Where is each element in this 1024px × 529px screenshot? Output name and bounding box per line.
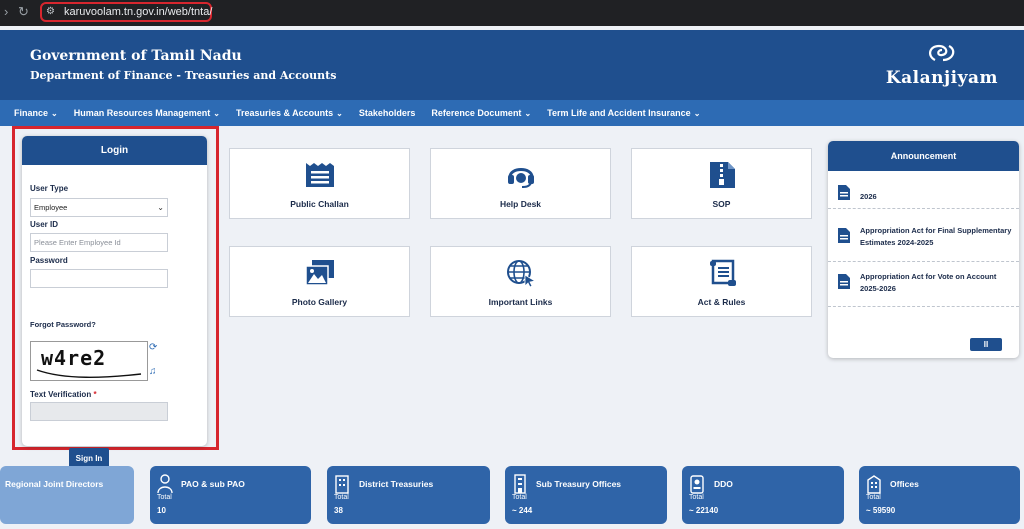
user-id-label: User ID <box>30 220 59 229</box>
stat-ddo[interactable]: DDO Total ~ 22140 <box>682 466 844 524</box>
stat-total-label: Total <box>866 494 881 501</box>
scroll-icon <box>632 259 811 287</box>
nav-item-stakeholders[interactable]: Stakeholders <box>351 108 424 118</box>
document-icon <box>838 228 850 243</box>
text-verification-label: Text Verification * <box>30 390 97 399</box>
nav-item-human-resources[interactable]: Human Resources Management ⌄ <box>66 108 228 118</box>
login-panel: Login User Type Employee ⌄ User ID Pleas… <box>22 136 207 468</box>
stat-title: Regional Joint Directors <box>5 479 104 489</box>
nav-item-term-life-insurance[interactable]: Term Life and Accident Insurance ⌄ <box>539 108 708 118</box>
tile-label: Important Links <box>488 297 553 307</box>
tile-act-rules[interactable]: Act & Rules <box>631 246 812 317</box>
forgot-password-link[interactable]: Forgot Password? <box>30 320 96 329</box>
chevron-down-icon: ⌄ <box>51 109 58 118</box>
stat-count: ~ 59590 <box>866 506 896 515</box>
stat-title: DDO <box>714 479 733 489</box>
receipt-icon <box>230 161 409 189</box>
tile-label: Act & Rules <box>697 297 746 307</box>
required-marker: * <box>93 390 97 399</box>
tile-label: Public Challan <box>290 199 349 209</box>
stat-offices[interactable]: Offices Total ~ 59590 <box>859 466 1020 524</box>
address-bar[interactable]: ⚙ karuvoolam.tn.gov.in/web/tnta/ <box>40 2 212 22</box>
audio-captcha-icon[interactable]: ♫ <box>149 366 157 377</box>
site-header: Government of Tamil Nadu Department of F… <box>0 30 1024 100</box>
announcement-item[interactable]: Appropriation Act for Final Supplementar… <box>828 217 1019 262</box>
stat-title: District Treasuries <box>359 479 434 489</box>
announcement-item[interactable]: 2026 <box>828 179 1019 209</box>
globe-cursor-icon <box>431 259 610 287</box>
stat-district-treasuries[interactable]: District Treasuries Total 38 <box>327 466 490 524</box>
announcement-item[interactable]: Appropriation Act for Vote on Account 20… <box>828 263 1019 307</box>
password-label: Password <box>30 256 68 265</box>
pause-button[interactable]: II <box>970 338 1002 351</box>
building-icon <box>335 475 349 494</box>
chevron-down-icon: ⌄ <box>213 109 220 118</box>
chevron-down-icon: ⌄ <box>524 109 532 118</box>
brand-logo[interactable]: Kalanjiyam <box>886 42 998 88</box>
nav-item-treasuries-accounts[interactable]: Treasuries & Accounts ⌄ <box>228 108 351 118</box>
tile-label: Photo Gallery <box>291 297 348 307</box>
password-input[interactable] <box>30 269 168 288</box>
stat-regional-joint-directors[interactable]: Regional Joint Directors <box>0 466 134 524</box>
header-subtitle: Department of Finance - Treasuries and A… <box>30 69 337 82</box>
chevron-down-icon: ⌄ <box>693 109 701 118</box>
forward-icon[interactable]: › <box>4 4 8 19</box>
user-type-label: User Type <box>30 184 69 193</box>
nav-item-finance[interactable]: Finance ⌄ <box>6 108 66 118</box>
tile-label: SOP <box>712 199 731 209</box>
stat-total-label: Total <box>334 494 349 501</box>
headset-icon <box>431 161 610 189</box>
captcha-image: w4re2 <box>30 341 148 381</box>
stat-total-label: Total <box>689 494 704 501</box>
site-settings-icon[interactable]: ⚙ <box>46 4 55 20</box>
stat-total-label: Total <box>512 494 527 501</box>
nav-item-reference-document[interactable]: Reference Document ⌄ <box>423 108 539 118</box>
stat-count: ~ 22140 <box>689 506 719 515</box>
stat-title: Offices <box>890 479 919 489</box>
chevron-down-icon: ⌄ <box>336 109 343 118</box>
stat-count: 38 <box>334 506 343 515</box>
building-icon <box>867 475 881 494</box>
stat-title: PAO & sub PAO <box>181 479 245 489</box>
announcement-panel: Announcement 2026 Appropriation Act for … <box>828 141 1019 358</box>
gallery-icon <box>230 259 409 287</box>
header-title: Government of Tamil Nadu <box>30 48 242 64</box>
stat-title: Sub Treasury Offices <box>536 479 622 489</box>
chevron-down-icon: ⌄ <box>157 203 164 212</box>
user-badge-icon <box>690 475 704 494</box>
document-icon <box>838 185 850 200</box>
user-type-select[interactable]: Employee ⌄ <box>30 198 168 217</box>
reload-icon[interactable]: ↻ <box>18 4 29 20</box>
document-icon <box>838 274 850 289</box>
sign-in-button[interactable]: Sign In <box>69 448 109 468</box>
kalanjiyam-logo-icon <box>886 42 998 68</box>
main-nav: Finance ⌄ Human Resources Management ⌄ Tre… <box>0 100 1024 126</box>
zip-file-icon <box>632 161 811 189</box>
browser-toolbar: › ↻ ⚙ karuvoolam.tn.gov.in/web/tnta/ <box>0 0 1024 26</box>
text-verification-input[interactable] <box>30 402 168 421</box>
user-icon <box>157 474 173 494</box>
address-bar-url: karuvoolam.tn.gov.in/web/tnta/ <box>64 6 213 18</box>
tile-label: Help Desk <box>499 199 542 209</box>
stat-sub-treasury-offices[interactable]: Sub Treasury Offices Total ~ 244 <box>505 466 667 524</box>
tile-photo-gallery[interactable]: Photo Gallery <box>229 246 410 317</box>
tile-sop[interactable]: SOP <box>631 148 812 219</box>
stat-total-label: Total <box>157 494 172 501</box>
login-title: Login <box>22 136 207 165</box>
stat-count: ~ 244 <box>512 506 533 515</box>
office-building-icon <box>514 474 526 494</box>
stat-count: 10 <box>157 506 166 515</box>
tile-help-desk[interactable]: Help Desk <box>430 148 611 219</box>
tile-public-challan[interactable]: Public Challan <box>229 148 410 219</box>
announcement-title: Announcement <box>828 141 1019 171</box>
refresh-captcha-icon[interactable]: ⟳ <box>149 342 157 353</box>
tile-important-links[interactable]: Important Links <box>430 246 611 317</box>
stat-pao-sub-pao[interactable]: PAO & sub PAO Total 10 <box>150 466 311 524</box>
brand-name: Kalanjiyam <box>885 68 998 88</box>
user-id-input[interactable]: Please Enter Employee Id <box>30 233 168 252</box>
